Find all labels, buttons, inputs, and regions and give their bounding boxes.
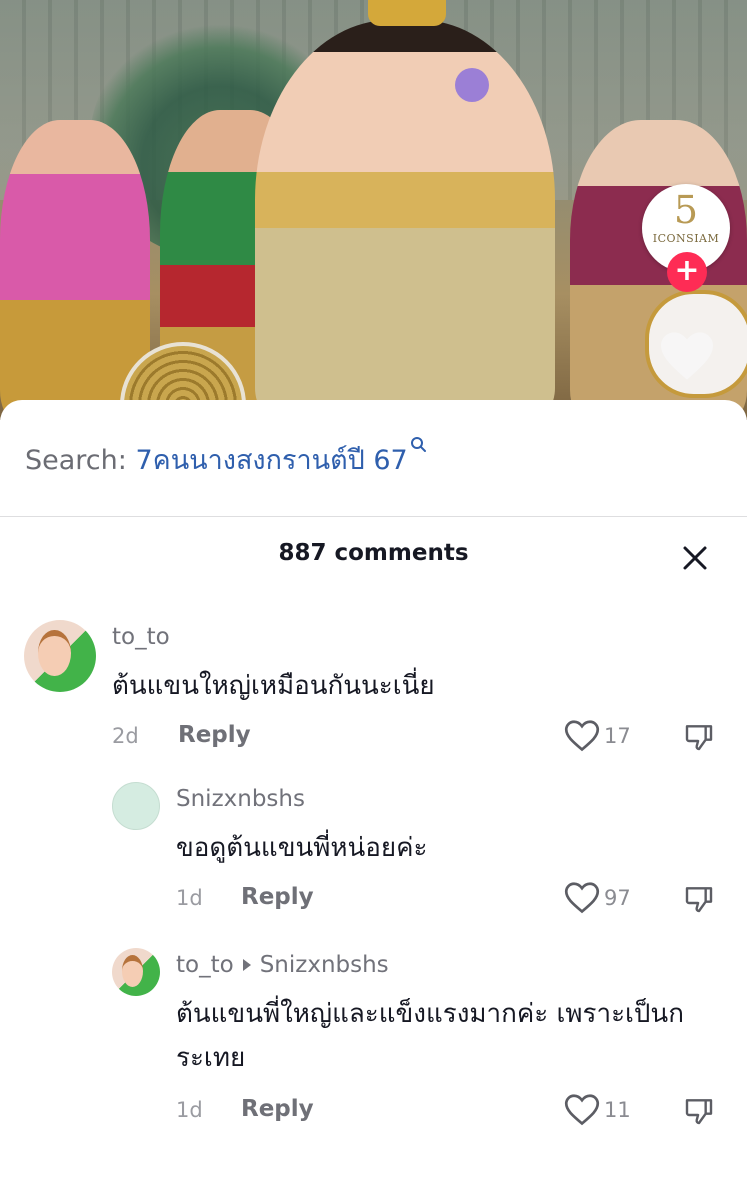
gold-crown <box>368 0 446 26</box>
search-query[interactable]: 7คนนางสงกรานต์ปี 67 <box>135 445 407 476</box>
comment-username[interactable]: to_to <box>112 624 170 650</box>
comment-username[interactable]: Snizxnbshs <box>176 786 305 812</box>
reply-arrow-icon <box>242 958 251 971</box>
avatar[interactable] <box>112 948 160 996</box>
search-icon <box>410 437 426 452</box>
comment-text: ขอดูต้นแขนพี่หน่อยค่ะ <box>176 833 428 863</box>
heart-icon[interactable] <box>564 719 600 753</box>
reply-button[interactable]: Reply <box>178 722 251 748</box>
comment-item: to_to ต้นแขนใหญ่เหมือนกันนะเนี่ย 2d Repl… <box>0 618 747 768</box>
divider <box>0 516 747 517</box>
dislike-icon[interactable] <box>683 721 715 753</box>
comments-sheet: Search: 7คนนางสงกรานต์ปี 67 887 comments… <box>0 400 747 1200</box>
like-count: 17 <box>604 724 631 748</box>
dislike-icon[interactable] <box>683 1095 715 1127</box>
avatar-face <box>38 630 71 676</box>
performer-center <box>255 20 555 420</box>
comment-username[interactable]: to_to <box>176 952 234 978</box>
badge-text: ICONSIAM <box>652 232 720 245</box>
comment-text-line-2: ระเทย <box>176 1043 246 1073</box>
avatar[interactable] <box>112 782 160 830</box>
reply-button[interactable]: Reply <box>241 1096 314 1122</box>
reply-header: to_to Snizxnbshs <box>176 952 389 978</box>
reply-to-username[interactable]: Snizxnbshs <box>260 952 389 978</box>
avatar[interactable] <box>24 620 96 692</box>
comment-text: ต้นแขนใหญ่เหมือนกันนะเนี่ย <box>112 671 435 701</box>
reply-item: Snizxnbshs ขอดูต้นแขนพี่หน่อยค่ะ 1d Repl… <box>0 780 747 930</box>
comments-count: 887 comments <box>278 540 469 566</box>
like-count: 11 <box>604 1098 631 1122</box>
badge-number: 5 <box>673 188 699 232</box>
video-player[interactable]: 5 ICONSIAM + <box>0 0 747 420</box>
heart-icon[interactable] <box>564 1093 600 1127</box>
like-count: 97 <box>604 886 631 910</box>
reply-item: to_to Snizxnbshs ต้นแขนพี่ใหญ่และแข็งแรงม… <box>0 946 747 1146</box>
reply-button[interactable]: Reply <box>241 884 314 910</box>
comment-date: 1d <box>176 1098 203 1122</box>
avatar-face <box>121 954 144 988</box>
comment-text-line-1: ต้นแขนพี่ใหญ่และแข็งแรงมากค่ะ เพราะเป็นก <box>176 999 684 1029</box>
search-suggestion[interactable]: Search: 7คนนางสงกรานต์ปี 67 <box>25 437 428 481</box>
close-icon[interactable] <box>680 543 710 573</box>
purple-flower <box>455 68 489 102</box>
comment-date: 1d <box>176 886 203 910</box>
dislike-icon[interactable] <box>683 883 715 915</box>
video-heart-icon[interactable] <box>658 330 716 382</box>
search-prefix: Search: <box>25 445 136 476</box>
follow-plus-icon[interactable]: + <box>667 252 707 292</box>
heart-icon[interactable] <box>564 881 600 915</box>
comment-date: 2d <box>112 724 139 748</box>
